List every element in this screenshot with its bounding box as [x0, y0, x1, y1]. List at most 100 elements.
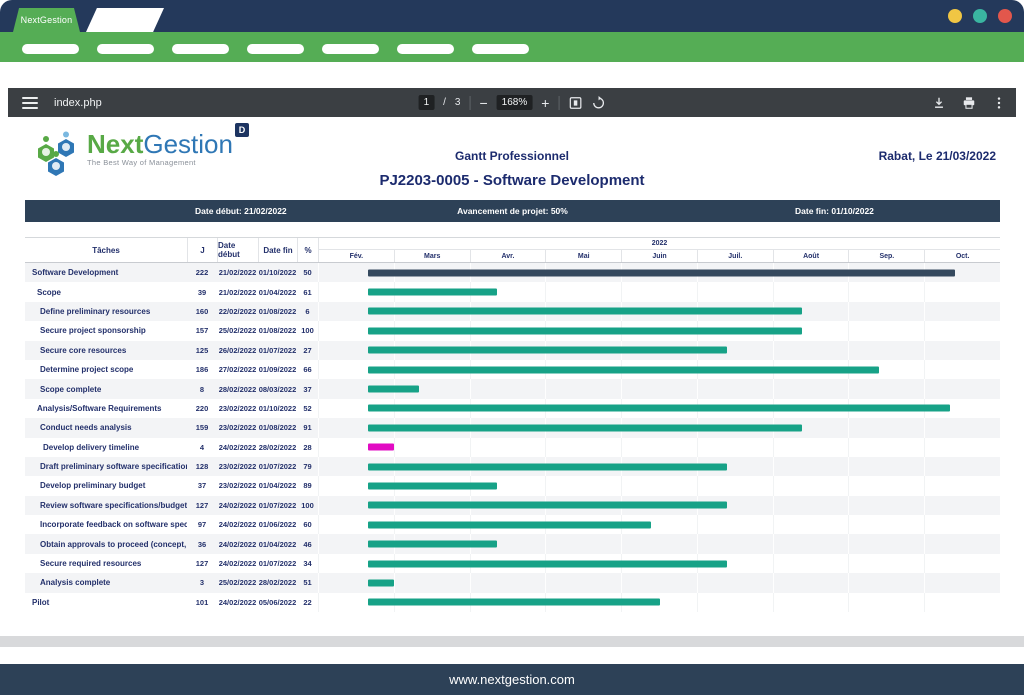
- nav-pill[interactable]: [22, 44, 79, 54]
- task-start-date: 24/02/2022: [217, 559, 258, 568]
- task-progress-pct: 100: [297, 501, 318, 510]
- task-duration-days: 128: [187, 462, 217, 471]
- task-timeline-cell: [318, 418, 1000, 437]
- nav-pill[interactable]: [397, 44, 454, 54]
- timeline-month-label: Juin: [621, 250, 697, 262]
- tab-label: NextGestion: [21, 15, 73, 25]
- task-gantt-bar: [368, 541, 497, 548]
- task-progress-pct: 89: [297, 481, 318, 490]
- gantt-task-row: Secure core resources12526/02/202201/07/…: [25, 341, 1000, 360]
- task-end-date: 01/08/2022: [258, 423, 297, 432]
- task-duration-days: 220: [187, 404, 217, 413]
- task-timeline-cell: [318, 341, 1000, 360]
- task-start-date: 24/02/2022: [217, 520, 258, 529]
- task-progress-pct: 79: [297, 462, 318, 471]
- task-timeline-cell: [318, 515, 1000, 534]
- page-divider: /: [443, 97, 446, 108]
- task-gantt-bar: [368, 599, 661, 606]
- nav-bar: [0, 32, 1024, 62]
- pdf-toolbar: index.php 1 / 3 − 168% +: [8, 88, 1016, 117]
- page-number-input[interactable]: 1: [419, 95, 435, 110]
- task-end-date: 28/02/2022: [258, 578, 297, 587]
- task-name: Secure required resources: [25, 559, 187, 568]
- task-duration-days: 157: [187, 326, 217, 335]
- task-duration-days: 37: [187, 481, 217, 490]
- task-progress-pct: 22: [297, 598, 318, 607]
- close-dot[interactable]: [998, 9, 1012, 23]
- task-end-date: 01/07/2022: [258, 559, 297, 568]
- gantt-task-row: Software Development22221/02/202201/10/2…: [25, 263, 1000, 282]
- fit-page-icon[interactable]: [568, 96, 582, 110]
- task-start-date: 28/02/2022: [217, 385, 258, 394]
- pdf-page: NextGestion D The Best Way of Management…: [8, 117, 1016, 636]
- gantt-task-row: Define preliminary resources16022/02/202…: [25, 302, 1000, 321]
- nav-pill[interactable]: [322, 44, 379, 54]
- task-timeline-cell: [318, 534, 1000, 553]
- task-start-date: 23/02/2022: [217, 404, 258, 413]
- task-progress-pct: 37: [297, 385, 318, 394]
- browser-titlebar: NextGestion: [0, 0, 1024, 32]
- task-gantt-bar: [368, 269, 955, 276]
- kebab-menu-icon[interactable]: [992, 96, 1006, 110]
- task-duration-days: 186: [187, 365, 217, 374]
- download-icon[interactable]: [932, 96, 946, 110]
- gantt-task-row: Develop preliminary budget3723/02/202201…: [25, 476, 1000, 495]
- gantt-table: Tâches J Date début Date fin % 2022 Fév.…: [25, 237, 1000, 612]
- nav-pill[interactable]: [247, 44, 304, 54]
- task-gantt-bar: [368, 347, 727, 354]
- task-end-date: 01/06/2022: [258, 520, 297, 529]
- task-start-date: 21/02/2022: [217, 268, 258, 277]
- tab-nextgestion[interactable]: NextGestion: [13, 8, 80, 32]
- project-info-bar: Date début: 21/02/2022 Avancement de pro…: [25, 200, 1000, 222]
- task-name: Secure core resources: [25, 346, 187, 355]
- col-header-pct: %: [297, 238, 318, 262]
- timeline-month-label: Août: [773, 250, 849, 262]
- task-gantt-bar: [368, 386, 419, 393]
- gantt-task-row: Analysis complete325/02/202228/02/202251: [25, 573, 1000, 592]
- zoom-out-button[interactable]: −: [479, 96, 487, 110]
- task-start-date: 24/02/2022: [217, 540, 258, 549]
- report-title: Gantt Professionnel: [8, 149, 1016, 163]
- col-header-date-debut: Date début: [217, 238, 258, 262]
- print-icon[interactable]: [962, 96, 976, 110]
- project-end-date: Date fin: 01/10/2022: [795, 206, 874, 216]
- gantt-task-row: Secure required resources12724/02/202201…: [25, 554, 1000, 573]
- task-name: Develop preliminary budget: [25, 481, 187, 490]
- task-end-date: 01/07/2022: [258, 346, 297, 355]
- task-end-date: 01/08/2022: [258, 307, 297, 316]
- task-gantt-bar: [368, 366, 879, 373]
- task-timeline-cell: [318, 496, 1000, 515]
- nav-pill[interactable]: [172, 44, 229, 54]
- task-duration-days: 159: [187, 423, 217, 432]
- report-place-date: Rabat, Le 21/03/2022: [879, 149, 996, 163]
- task-duration-days: 222: [187, 268, 217, 277]
- toolbar-divider: [469, 96, 470, 110]
- report-header: NextGestion D The Best Way of Management…: [8, 117, 1016, 199]
- task-name: Obtain approvals to proceed (concept, ti…: [25, 540, 187, 549]
- zoom-in-button[interactable]: +: [541, 96, 549, 110]
- nav-pill[interactable]: [97, 44, 154, 54]
- task-duration-days: 127: [187, 559, 217, 568]
- zoom-level[interactable]: 168%: [497, 95, 533, 110]
- task-gantt-bar: [368, 463, 727, 470]
- maximize-dot[interactable]: [973, 9, 987, 23]
- nav-pill[interactable]: [472, 44, 529, 54]
- task-progress-pct: 100: [297, 326, 318, 335]
- minimize-dot[interactable]: [948, 9, 962, 23]
- gantt-task-row: Secure project sponsorship15725/02/20220…: [25, 321, 1000, 340]
- task-end-date: 01/04/2022: [258, 288, 297, 297]
- project-title: PJ2203-0005 - Software Development: [8, 172, 1016, 189]
- task-end-date: 01/07/2022: [258, 462, 297, 471]
- menu-icon[interactable]: [22, 97, 38, 109]
- task-start-date: 26/02/2022: [217, 346, 258, 355]
- rotate-icon[interactable]: [591, 96, 605, 110]
- task-gantt-bar: [368, 579, 394, 586]
- task-progress-pct: 46: [297, 540, 318, 549]
- task-end-date: 05/06/2022: [258, 598, 297, 607]
- task-progress-pct: 61: [297, 288, 318, 297]
- tab-secondary[interactable]: [86, 8, 164, 32]
- task-timeline-cell: [318, 593, 1000, 612]
- toolbar-divider: [558, 96, 559, 110]
- task-name: Review software specifications/budget wi…: [25, 501, 187, 510]
- task-start-date: 25/02/2022: [217, 326, 258, 335]
